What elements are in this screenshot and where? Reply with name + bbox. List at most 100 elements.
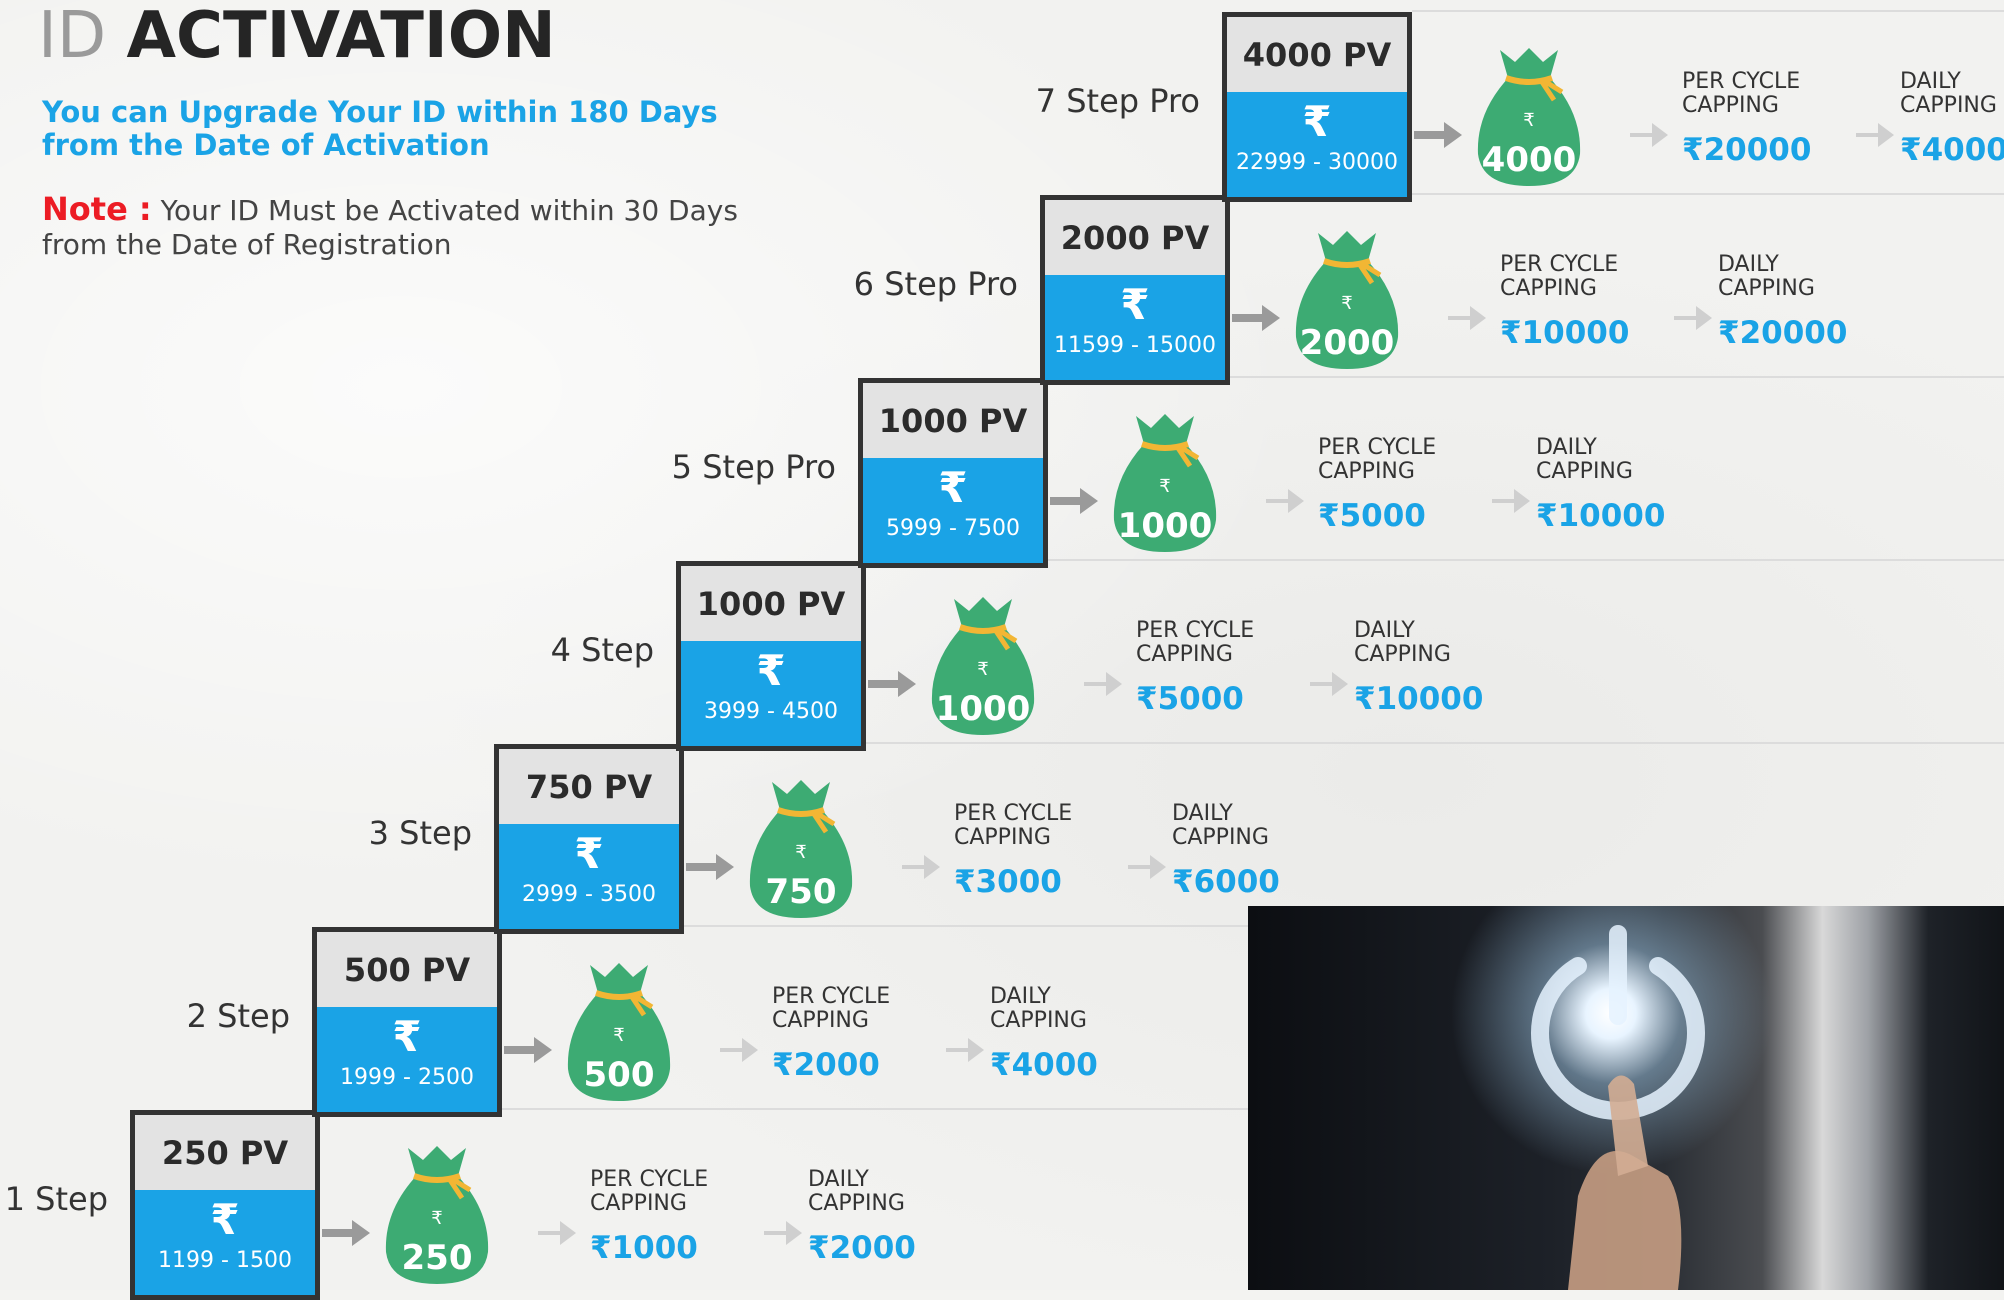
price-range: 3999 - 4500 bbox=[704, 699, 838, 724]
per-cycle-value: ₹5000 bbox=[1318, 498, 1426, 534]
chevron-right-icon bbox=[538, 1221, 576, 1245]
price-range: 2999 - 3500 bbox=[522, 882, 656, 907]
pv-value: 500 PV bbox=[317, 932, 497, 1007]
price-range: 5999 - 7500 bbox=[886, 516, 1020, 541]
money-bag-icon: ₹4000 bbox=[1470, 42, 1588, 188]
per-cycle-value: ₹3000 bbox=[954, 864, 1062, 900]
bag-rupee-icon: ₹ bbox=[1341, 293, 1353, 314]
chevron-right-icon bbox=[1674, 306, 1712, 330]
rupee-icon: ₹ bbox=[574, 829, 604, 878]
pv-price-box: 500 PV ₹1999 - 2500 bbox=[312, 927, 502, 1117]
rupee-icon: ₹ bbox=[392, 1012, 422, 1061]
note-label: Note : bbox=[42, 190, 152, 228]
daily-label: DAILY CAPPING bbox=[1900, 69, 1997, 118]
bag-amount: 2000 bbox=[1299, 323, 1395, 363]
per-cycle-capping: PER CYCLE CAPPING ₹10000 bbox=[1500, 252, 1630, 352]
price-range: 1199 - 1500 bbox=[158, 1248, 292, 1273]
bag-rupee-icon: ₹ bbox=[431, 1208, 443, 1229]
chevron-right-icon bbox=[1266, 489, 1304, 513]
step-label: 5 Step Pro bbox=[671, 448, 836, 486]
chevron-right-icon bbox=[902, 855, 940, 879]
daily-value: ₹4000 bbox=[990, 1047, 1098, 1083]
arrow-icon bbox=[322, 1220, 370, 1246]
upgrade-info: You can Upgrade Your ID within 180 Days … bbox=[42, 95, 718, 162]
rupee-icon: ₹ bbox=[210, 1195, 240, 1244]
pv-value: 1000 PV bbox=[863, 383, 1043, 458]
money-bag-icon: ₹2000 bbox=[1288, 225, 1406, 371]
step-label: 1 Step bbox=[4, 1180, 108, 1218]
daily-value: ₹40000 bbox=[1900, 132, 2004, 168]
daily-label: DAILY CAPPING bbox=[1718, 252, 1815, 301]
bag-amount: 1000 bbox=[935, 689, 1031, 729]
pv-price-box: 4000 PV ₹22999 - 30000 bbox=[1222, 12, 1412, 202]
daily-value: ₹10000 bbox=[1354, 681, 1484, 717]
arrow-icon bbox=[504, 1037, 552, 1063]
bag-amount: 750 bbox=[765, 872, 837, 912]
rupee-icon: ₹ bbox=[1120, 280, 1150, 329]
step-label: 2 Step bbox=[186, 997, 290, 1035]
daily-capping: DAILY CAPPING ₹20000 bbox=[1718, 252, 1848, 352]
chevron-right-icon bbox=[946, 1038, 984, 1062]
pv-price-box: 750 PV ₹2999 - 3500 bbox=[494, 744, 684, 934]
price-range: 11599 - 15000 bbox=[1054, 333, 1216, 358]
step-guide-line bbox=[684, 742, 2004, 744]
money-bag-icon: ₹1000 bbox=[1106, 408, 1224, 554]
pv-price-box: 1000 PV ₹3999 - 4500 bbox=[676, 561, 866, 751]
bag-rupee-icon: ₹ bbox=[795, 842, 807, 863]
daily-capping: DAILY CAPPING ₹40000 bbox=[1900, 69, 2004, 169]
pv-value: 4000 PV bbox=[1227, 17, 1407, 92]
per-cycle-label: PER CYCLE CAPPING bbox=[954, 801, 1073, 850]
rupee-icon: ₹ bbox=[1302, 97, 1332, 146]
bag-amount: 500 bbox=[583, 1055, 655, 1095]
bag-rupee-icon: ₹ bbox=[613, 1025, 625, 1046]
bag-rupee-icon: ₹ bbox=[1159, 476, 1171, 497]
per-cycle-label: PER CYCLE CAPPING bbox=[1136, 618, 1255, 667]
per-cycle-capping: PER CYCLE CAPPING ₹2000 bbox=[772, 984, 891, 1084]
per-cycle-capping: PER CYCLE CAPPING ₹5000 bbox=[1136, 618, 1255, 718]
bag-rupee-icon: ₹ bbox=[1523, 110, 1535, 131]
chevron-right-icon bbox=[1084, 672, 1122, 696]
daily-value: ₹20000 bbox=[1718, 315, 1848, 351]
money-bag-icon: ₹750 bbox=[742, 774, 860, 920]
arrow-icon bbox=[868, 671, 916, 697]
per-cycle-label: PER CYCLE CAPPING bbox=[1500, 252, 1619, 301]
money-bag-icon: ₹500 bbox=[560, 957, 678, 1103]
chevron-right-icon bbox=[1856, 123, 1894, 147]
per-cycle-value: ₹20000 bbox=[1682, 132, 1812, 168]
per-cycle-value: ₹1000 bbox=[590, 1230, 698, 1266]
chevron-right-icon bbox=[1310, 672, 1348, 696]
price-range: 22999 - 30000 bbox=[1236, 150, 1398, 175]
pv-price-box: 250 PV ₹1199 - 1500 bbox=[130, 1110, 320, 1300]
arrow-icon bbox=[1232, 305, 1280, 331]
title-bold: ACTIVATION bbox=[126, 0, 556, 73]
daily-capping: DAILY CAPPING ₹10000 bbox=[1536, 436, 1666, 535]
bag-amount: 1000 bbox=[1117, 506, 1213, 546]
chevron-right-icon bbox=[720, 1038, 758, 1062]
arrow-icon bbox=[686, 854, 734, 880]
chevron-right-icon bbox=[1492, 489, 1530, 513]
per-cycle-capping: PER CYCLE CAPPING ₹20000 bbox=[1682, 70, 1812, 169]
daily-label: DAILY CAPPING bbox=[990, 984, 1087, 1033]
step-label: 6 Step Pro bbox=[853, 265, 1018, 303]
daily-label: DAILY CAPPING bbox=[1172, 801, 1269, 850]
daily-capping: DAILY CAPPING ₹2000 bbox=[808, 1168, 916, 1267]
daily-value: ₹10000 bbox=[1536, 498, 1666, 534]
daily-label: DAILY CAPPING bbox=[1354, 618, 1451, 667]
power-button-photo bbox=[1248, 906, 2004, 1290]
per-cycle-label: PER CYCLE CAPPING bbox=[772, 984, 891, 1033]
bag-amount: 250 bbox=[401, 1238, 473, 1278]
rupee-icon: ₹ bbox=[938, 463, 968, 512]
per-cycle-capping: PER CYCLE CAPPING ₹1000 bbox=[590, 1167, 709, 1267]
bag-amount: 4000 bbox=[1481, 140, 1577, 180]
step-label: 3 Step bbox=[368, 814, 472, 852]
per-cycle-label: PER CYCLE CAPPING bbox=[590, 1167, 709, 1216]
daily-capping: DAILY CAPPING ₹10000 bbox=[1354, 618, 1484, 718]
per-cycle-value: ₹5000 bbox=[1136, 681, 1244, 717]
per-cycle-value: ₹10000 bbox=[1500, 315, 1630, 351]
pv-value: 1000 PV bbox=[681, 566, 861, 641]
money-bag-icon: ₹1000 bbox=[924, 591, 1042, 737]
power-icon-photo bbox=[1531, 925, 1705, 1290]
chevron-right-icon bbox=[1128, 855, 1166, 879]
per-cycle-value: ₹2000 bbox=[772, 1047, 880, 1083]
daily-capping: DAILY CAPPING ₹6000 bbox=[1172, 801, 1280, 901]
